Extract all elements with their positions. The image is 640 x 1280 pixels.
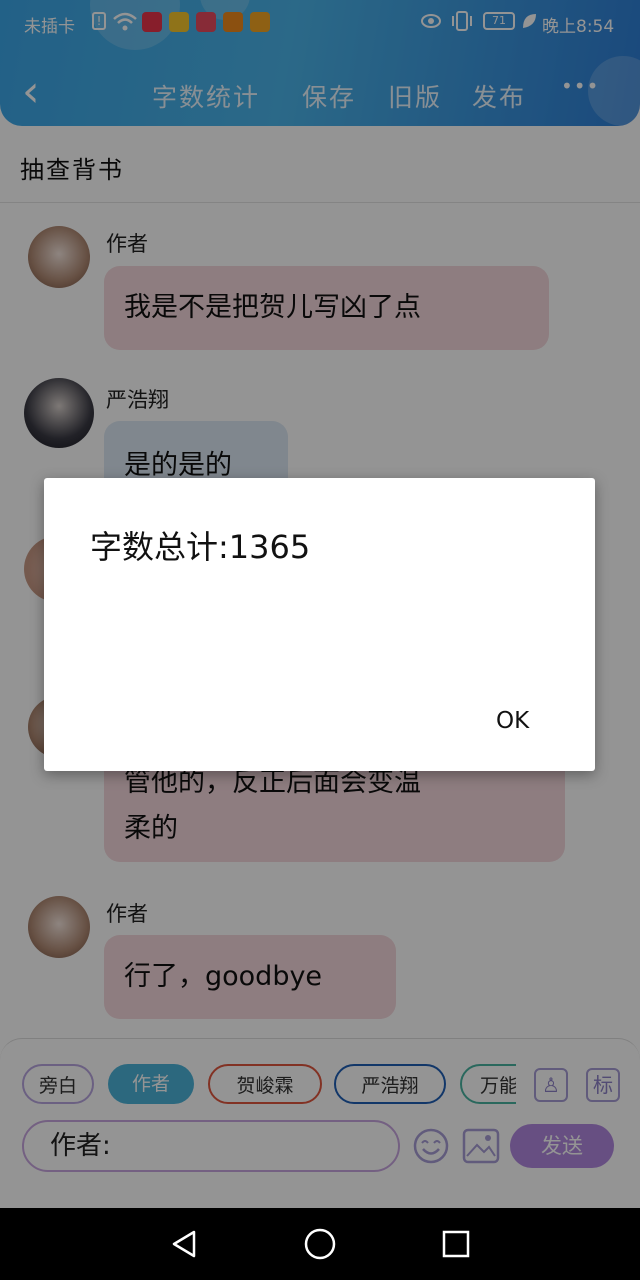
system-nav-bar: [0, 1208, 640, 1280]
home-nav-icon[interactable]: [303, 1227, 337, 1261]
word-count-dialog: 字数总计:1365 OK: [44, 478, 595, 771]
ok-button[interactable]: OK: [496, 708, 529, 734]
dialog-message: 字数总计:1365: [90, 528, 311, 566]
back-nav-icon[interactable]: [168, 1228, 200, 1260]
recents-nav-icon[interactable]: [441, 1229, 471, 1259]
